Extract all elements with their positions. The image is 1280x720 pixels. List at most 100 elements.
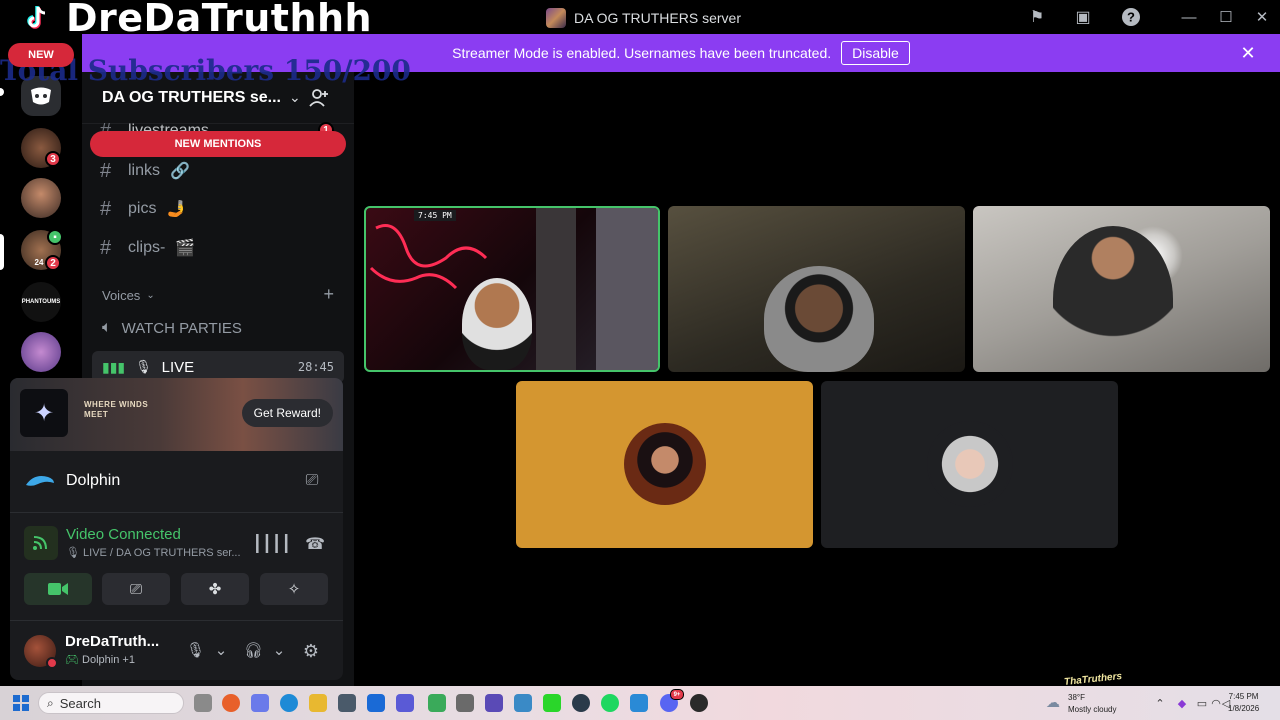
channel-links[interactable]: # links 🔗 (100, 156, 190, 186)
app-icon[interactable] (428, 694, 446, 712)
svg-text:?: ? (1127, 10, 1135, 25)
weather-description: Mostly cloudy (1068, 705, 1117, 714)
server-thumbnail (546, 8, 566, 28)
file-explorer-icon[interactable] (309, 694, 327, 712)
app-icon[interactable] (456, 694, 474, 712)
tray-app-icon[interactable]: ◆ (1174, 695, 1190, 711)
chevron-down-icon: ⌄ (288, 89, 301, 105)
server-icon[interactable] (21, 178, 61, 218)
activity-name: Dolphin (66, 472, 121, 489)
firefox-icon[interactable] (222, 694, 240, 712)
system-clock[interactable]: 7:45 PM 1/8/2026 (1228, 691, 1259, 715)
app-icon[interactable] (485, 694, 503, 712)
app-icon[interactable] (514, 694, 532, 712)
hash-icon: # (100, 236, 112, 259)
help-icon[interactable]: ? (1120, 7, 1142, 27)
chevron-down-icon[interactable]: ⌄ (270, 641, 288, 659)
notification-badge: 9+ (670, 689, 684, 700)
voice-tile[interactable] (516, 381, 813, 548)
headphones-icon[interactable]: 🎧︎ (244, 641, 263, 659)
banner-message: Streamer Mode is enabled. Usernames have… (452, 45, 832, 61)
noise-suppression-icon[interactable]: ┃┃┃┃ (252, 534, 291, 554)
copilot-icon[interactable] (251, 694, 269, 712)
video-tile-speaking[interactable]: 7:45 PM (364, 206, 660, 372)
flag-icon[interactable]: ⚑ (1026, 7, 1048, 27)
gamepad-icon: 🎮︎ (65, 654, 83, 666)
hash-icon: # (100, 197, 112, 220)
add-user-icon[interactable] (308, 88, 330, 108)
windows-start-icon[interactable] (12, 694, 30, 712)
new-badge[interactable]: NEW (8, 43, 74, 67)
screen-share-button[interactable]: ⎚ (102, 573, 170, 605)
speaker-icon: 🔈︎ (102, 319, 112, 336)
close-icon[interactable]: ✕ (1238, 43, 1258, 63)
window-title: DA OG TRUTHERS server (546, 7, 741, 29)
weather-widget[interactable]: ☁ 38°F Mostly cloudy (1046, 690, 1126, 718)
taskbar-search[interactable]: ⌕ Search (38, 692, 184, 714)
chevron-down-icon[interactable]: ⌄ (212, 641, 230, 659)
camera-button[interactable] (24, 573, 92, 605)
window-title-text: DA OG TRUTHERS server (574, 10, 741, 26)
user-row: DreDaTruth... 🎮︎ Dolphin +1 🎙︎ ⌄ 🎧︎ ⌄ ⚙ (10, 620, 343, 680)
spotify-icon[interactable] (601, 694, 619, 712)
task-view-icon[interactable] (194, 694, 212, 712)
avatar (929, 423, 1011, 505)
microphone-emoji: 🎙 (135, 359, 152, 374)
maximize-button[interactable]: ☐ (1211, 6, 1241, 28)
app-icon[interactable] (543, 694, 561, 712)
settings-gear-icon[interactable]: ⚙ (302, 641, 320, 662)
connection-signal-icon[interactable] (24, 526, 58, 560)
voice-channel-label: WATCH PARTIES (121, 319, 242, 337)
microphone-icon[interactable]: 🎙︎ (186, 641, 205, 659)
video-tile[interactable] (973, 206, 1270, 372)
app-icon[interactable] (690, 694, 708, 712)
app-icon[interactable] (572, 694, 590, 712)
store-icon[interactable] (338, 694, 356, 712)
chevron-up-icon[interactable]: ⌃ (1152, 695, 1168, 711)
app-icon[interactable] (630, 694, 648, 712)
disconnect-icon[interactable]: ☎ (305, 534, 325, 554)
channel-clips[interactable]: # clips- 🎬 (100, 233, 195, 263)
voice-location-text: LIVE / DA OG TRUTHERS ser... (83, 547, 241, 559)
close-window-button[interactable]: ✕ (1247, 6, 1277, 28)
activity-row: Dolphin ⎚ (10, 451, 343, 513)
server-icon[interactable]: PHANTOUMS (21, 282, 61, 322)
server-icon[interactable] (21, 332, 61, 372)
outlook-icon[interactable] (367, 694, 385, 712)
avatar (624, 423, 706, 505)
user-activity-text: Dolphin +1 (82, 654, 135, 666)
participant-video (764, 266, 874, 372)
voice-tile[interactable] (821, 381, 1118, 548)
minimize-button[interactable]: — (1174, 6, 1204, 28)
microphone-emoji: 🎙 (66, 547, 84, 559)
channel-pics[interactable]: # pics 🤳 (100, 194, 186, 224)
unread-badge: 3 (45, 151, 61, 167)
search-placeholder: Search (59, 695, 101, 711)
add-channel-icon[interactable]: + (323, 284, 334, 305)
clock-date: 1/8/2026 (1228, 704, 1260, 713)
channel-label: links (128, 162, 161, 179)
quest-compass-icon: ✦ (20, 389, 68, 437)
teams-icon[interactable] (396, 694, 414, 712)
username[interactable]: DreDaTruth... (65, 633, 159, 650)
unread-badge: 2 (45, 255, 61, 271)
video-tile[interactable] (668, 206, 965, 372)
voice-channel-watch-parties[interactable]: 🔈︎ WATCH PARTIES (92, 312, 344, 344)
audio-level-icon: ▮▮▮ (102, 358, 126, 375)
discord-window: DA OG TRUTHERS server ⚑ ▣ ? — ☐ ✕ DreDaT… (0, 0, 1280, 720)
game-promo[interactable]: ✦ WHERE WINDS MEET Get Reward! (10, 378, 343, 451)
voice-status[interactable]: Video Connected (66, 526, 181, 543)
disable-button[interactable]: Disable (841, 41, 910, 65)
search-icon: ⌕ (47, 695, 54, 710)
soundboard-button[interactable]: ✧ (260, 573, 328, 605)
stream-game-icon[interactable]: ⎚ (301, 471, 323, 491)
edge-icon[interactable] (280, 694, 298, 712)
inbox-icon[interactable]: ▣ (1072, 7, 1094, 27)
windows-taskbar: ⌕ Search 9+ ☁ 38°F Mostly cloudy ⌃ ◆ ▭ ◠… (0, 686, 1280, 720)
voices-category[interactable]: Voices ⌄ (102, 288, 155, 303)
cloud-icon: ☁ (1046, 694, 1060, 710)
channel-label: clips- (128, 239, 166, 256)
get-reward-button[interactable]: Get Reward! (241, 399, 333, 427)
activities-button[interactable]: ✤ (181, 573, 249, 605)
new-mentions-bar[interactable]: NEW MENTIONS (90, 131, 346, 157)
